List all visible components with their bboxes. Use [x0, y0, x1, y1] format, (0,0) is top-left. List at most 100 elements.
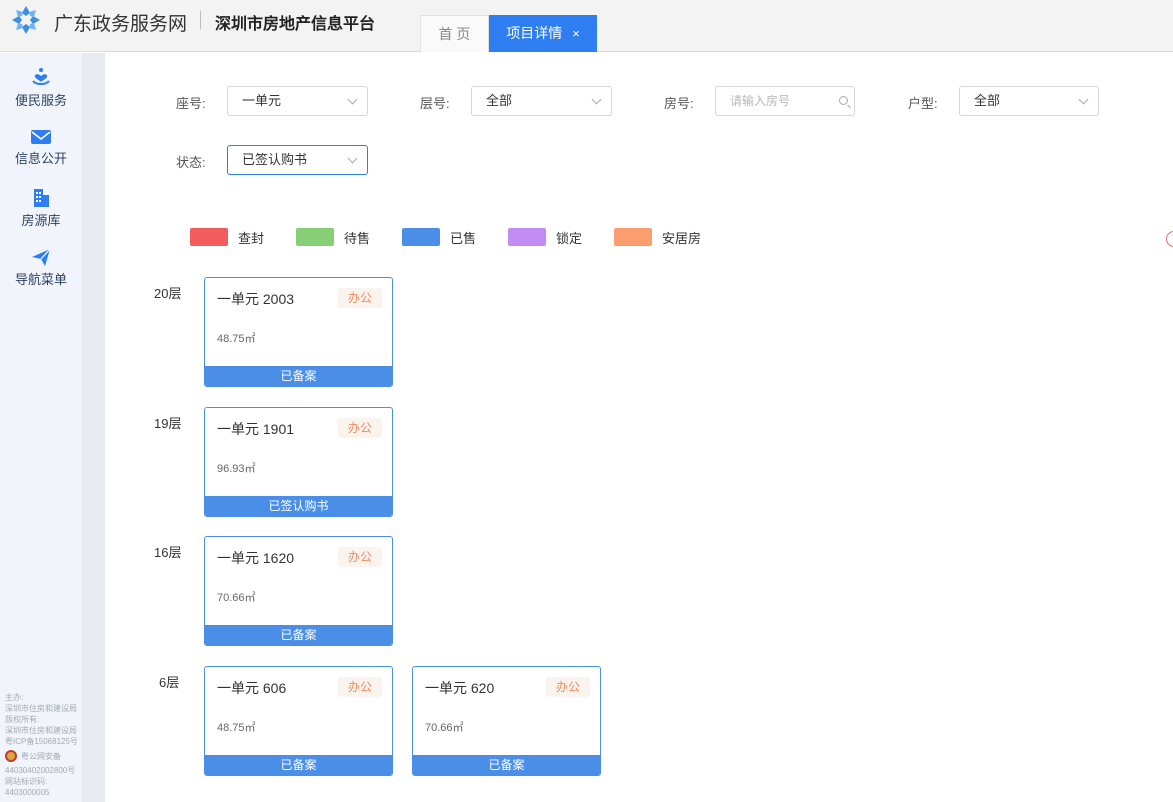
unit-card[interactable]: 一单元 606 办公 48.75㎡已备案: [204, 666, 393, 776]
unit-status-bar: 已备案: [205, 755, 392, 775]
police-record[interactable]: 粤公网安备: [5, 750, 81, 762]
sidebar-item-label: 房源库: [21, 213, 61, 228]
building-value: 一单元: [242, 93, 282, 108]
footer-text: 深圳市住房和建设局: [5, 726, 77, 735]
tab-detail-label: 项目详情: [506, 25, 563, 41]
brand-name[interactable]: 广东政务服务网: [54, 9, 187, 36]
sidebar-item-info[interactable]: 信息公开: [0, 128, 82, 167]
legend-item[interactable]: 锁定: [508, 228, 582, 246]
status-label: 状态:: [176, 155, 206, 170]
footer-text: 版权所有:: [5, 715, 40, 724]
floor-value: 全部: [486, 93, 513, 108]
legend-item[interactable]: 查封: [190, 228, 264, 246]
header-divider: [200, 11, 201, 29]
sidebar-item-housing[interactable]: 房源库: [0, 188, 82, 229]
unit-room-number: 一单元 620: [425, 680, 495, 696]
legend-label: 查封: [238, 230, 265, 246]
legend-label: 锁定: [556, 230, 583, 246]
floor-label: 6层: [159, 675, 180, 690]
police-text: 粤公网安备: [21, 751, 61, 761]
unit-status-bar: 已备案: [205, 366, 392, 386]
police-badge-icon: [5, 750, 17, 762]
tab-project-detail[interactable]: 项目详情 ×: [489, 15, 597, 52]
unit-usage-badge: 办公: [338, 547, 382, 567]
gd-logo-icon[interactable]: [10, 4, 42, 36]
sidebar-collapse-strip[interactable]: [82, 53, 105, 802]
building-select[interactable]: 一单元: [227, 86, 368, 116]
sidebar-item-label: 便民服务: [14, 93, 67, 108]
room-placeholder: 请输入房号: [730, 94, 791, 108]
legend-item[interactable]: 待售: [296, 228, 370, 246]
unit-area: 96.93㎡: [217, 463, 256, 475]
legend-swatch: [508, 228, 546, 246]
footer-text: 4403000005: [5, 788, 50, 797]
footer-text: 44030402002800号: [5, 766, 76, 775]
chevron-down-icon: [1078, 94, 1089, 105]
chevron-down-icon: [591, 94, 602, 105]
footer-text: 深圳市住房和建设局: [5, 704, 77, 713]
status-value: 已签认购书: [242, 152, 308, 167]
legend-label: 安居房: [662, 230, 702, 246]
chevron-down-icon: [347, 94, 358, 105]
unit-card[interactable]: 一单元 1901 办公 96.93㎡已签认购书: [204, 407, 393, 517]
status-select[interactable]: 已签认购书: [227, 145, 368, 175]
unit-area: 70.66㎡: [217, 592, 256, 604]
legend-swatch: [296, 228, 334, 246]
unit-area: 70.66㎡: [425, 722, 464, 734]
tab-home[interactable]: 首 页: [420, 15, 489, 52]
unit-usage-badge: 办公: [338, 677, 382, 697]
floor-select[interactable]: 全部: [471, 86, 612, 116]
tab-home-label: 首 页: [438, 26, 471, 42]
footer-text: 主办:: [5, 693, 24, 702]
sidebar-footer: 主办: 深圳市住房和建设局 版权所有: 深圳市住房和建设局 粤ICP备15068…: [5, 692, 81, 798]
floor-label: 20层: [154, 286, 182, 301]
unit-room-number: 一单元 1620: [217, 550, 295, 566]
building-icon: [34, 189, 49, 207]
layout-label: 户型:: [908, 96, 938, 111]
layout-select[interactable]: 全部: [959, 86, 1099, 116]
heart-hand-icon: [32, 68, 50, 85]
legend-swatch: [402, 228, 440, 246]
unit-area: 48.75㎡: [217, 333, 256, 345]
float-circle-icon[interactable]: [1166, 231, 1173, 247]
unit-status-bar: 已备案: [413, 755, 600, 775]
top-header: 广东政务服务网 深圳市房地产信息平台 首 页 项目详情 ×: [0, 0, 1173, 52]
sidebar: 便民服务 信息公开 房源库 导航菜单 主办: 深圳市住房和建设局 版权所有: 深…: [0, 53, 82, 802]
legend-item[interactable]: 安居房: [614, 228, 701, 246]
unit-usage-badge: 办公: [546, 677, 590, 697]
unit-card[interactable]: 一单元 1620 办公 70.66㎡已备案: [204, 536, 393, 646]
unit-usage-badge: 办公: [338, 288, 382, 308]
floor-label: 层号:: [420, 96, 450, 111]
room-label: 房号:: [664, 96, 694, 111]
close-icon[interactable]: ×: [572, 26, 580, 41]
platform-title: 深圳市房地产信息平台: [215, 16, 376, 33]
sidebar-item-label: 信息公开: [14, 151, 67, 166]
building-label: 座号:: [176, 96, 206, 111]
sidebar-item-convenience[interactable]: 便民服务: [0, 66, 82, 109]
layout-value: 全部: [974, 93, 1001, 108]
footer-text: 网站标识码:: [5, 777, 48, 786]
paper-plane-icon: [32, 248, 51, 266]
sidebar-item-label: 导航菜单: [14, 272, 67, 287]
chevron-down-icon: [347, 153, 358, 164]
unit-card[interactable]: 一单元 2003 办公 48.75㎡已备案: [204, 277, 393, 387]
unit-status-bar: 已备案: [205, 625, 392, 645]
unit-room-number: 一单元 606: [217, 680, 287, 696]
unit-area: 48.75㎡: [217, 722, 256, 734]
sidebar-item-nav-menu[interactable]: 导航菜单: [0, 247, 82, 288]
floor-label: 19层: [154, 416, 182, 431]
floor-label: 16层: [154, 545, 182, 560]
unit-room-number: 一单元 1901: [217, 421, 295, 437]
unit-status-bar: 已签认购书: [205, 496, 392, 516]
room-search-input[interactable]: 请输入房号: [715, 86, 855, 116]
legend-item[interactable]: 已售: [402, 228, 476, 246]
search-icon[interactable]: [839, 96, 848, 105]
mail-icon: [31, 130, 51, 144]
legend-label: 已售: [450, 230, 477, 246]
unit-usage-badge: 办公: [338, 418, 382, 438]
legend-label: 待售: [344, 230, 371, 246]
unit-room-number: 一单元 2003: [217, 291, 295, 307]
footer-text[interactable]: 粤ICP备15068125号: [5, 736, 81, 747]
legend-swatch: [190, 228, 228, 246]
unit-card[interactable]: 一单元 620 办公 70.66㎡已备案: [412, 666, 601, 776]
